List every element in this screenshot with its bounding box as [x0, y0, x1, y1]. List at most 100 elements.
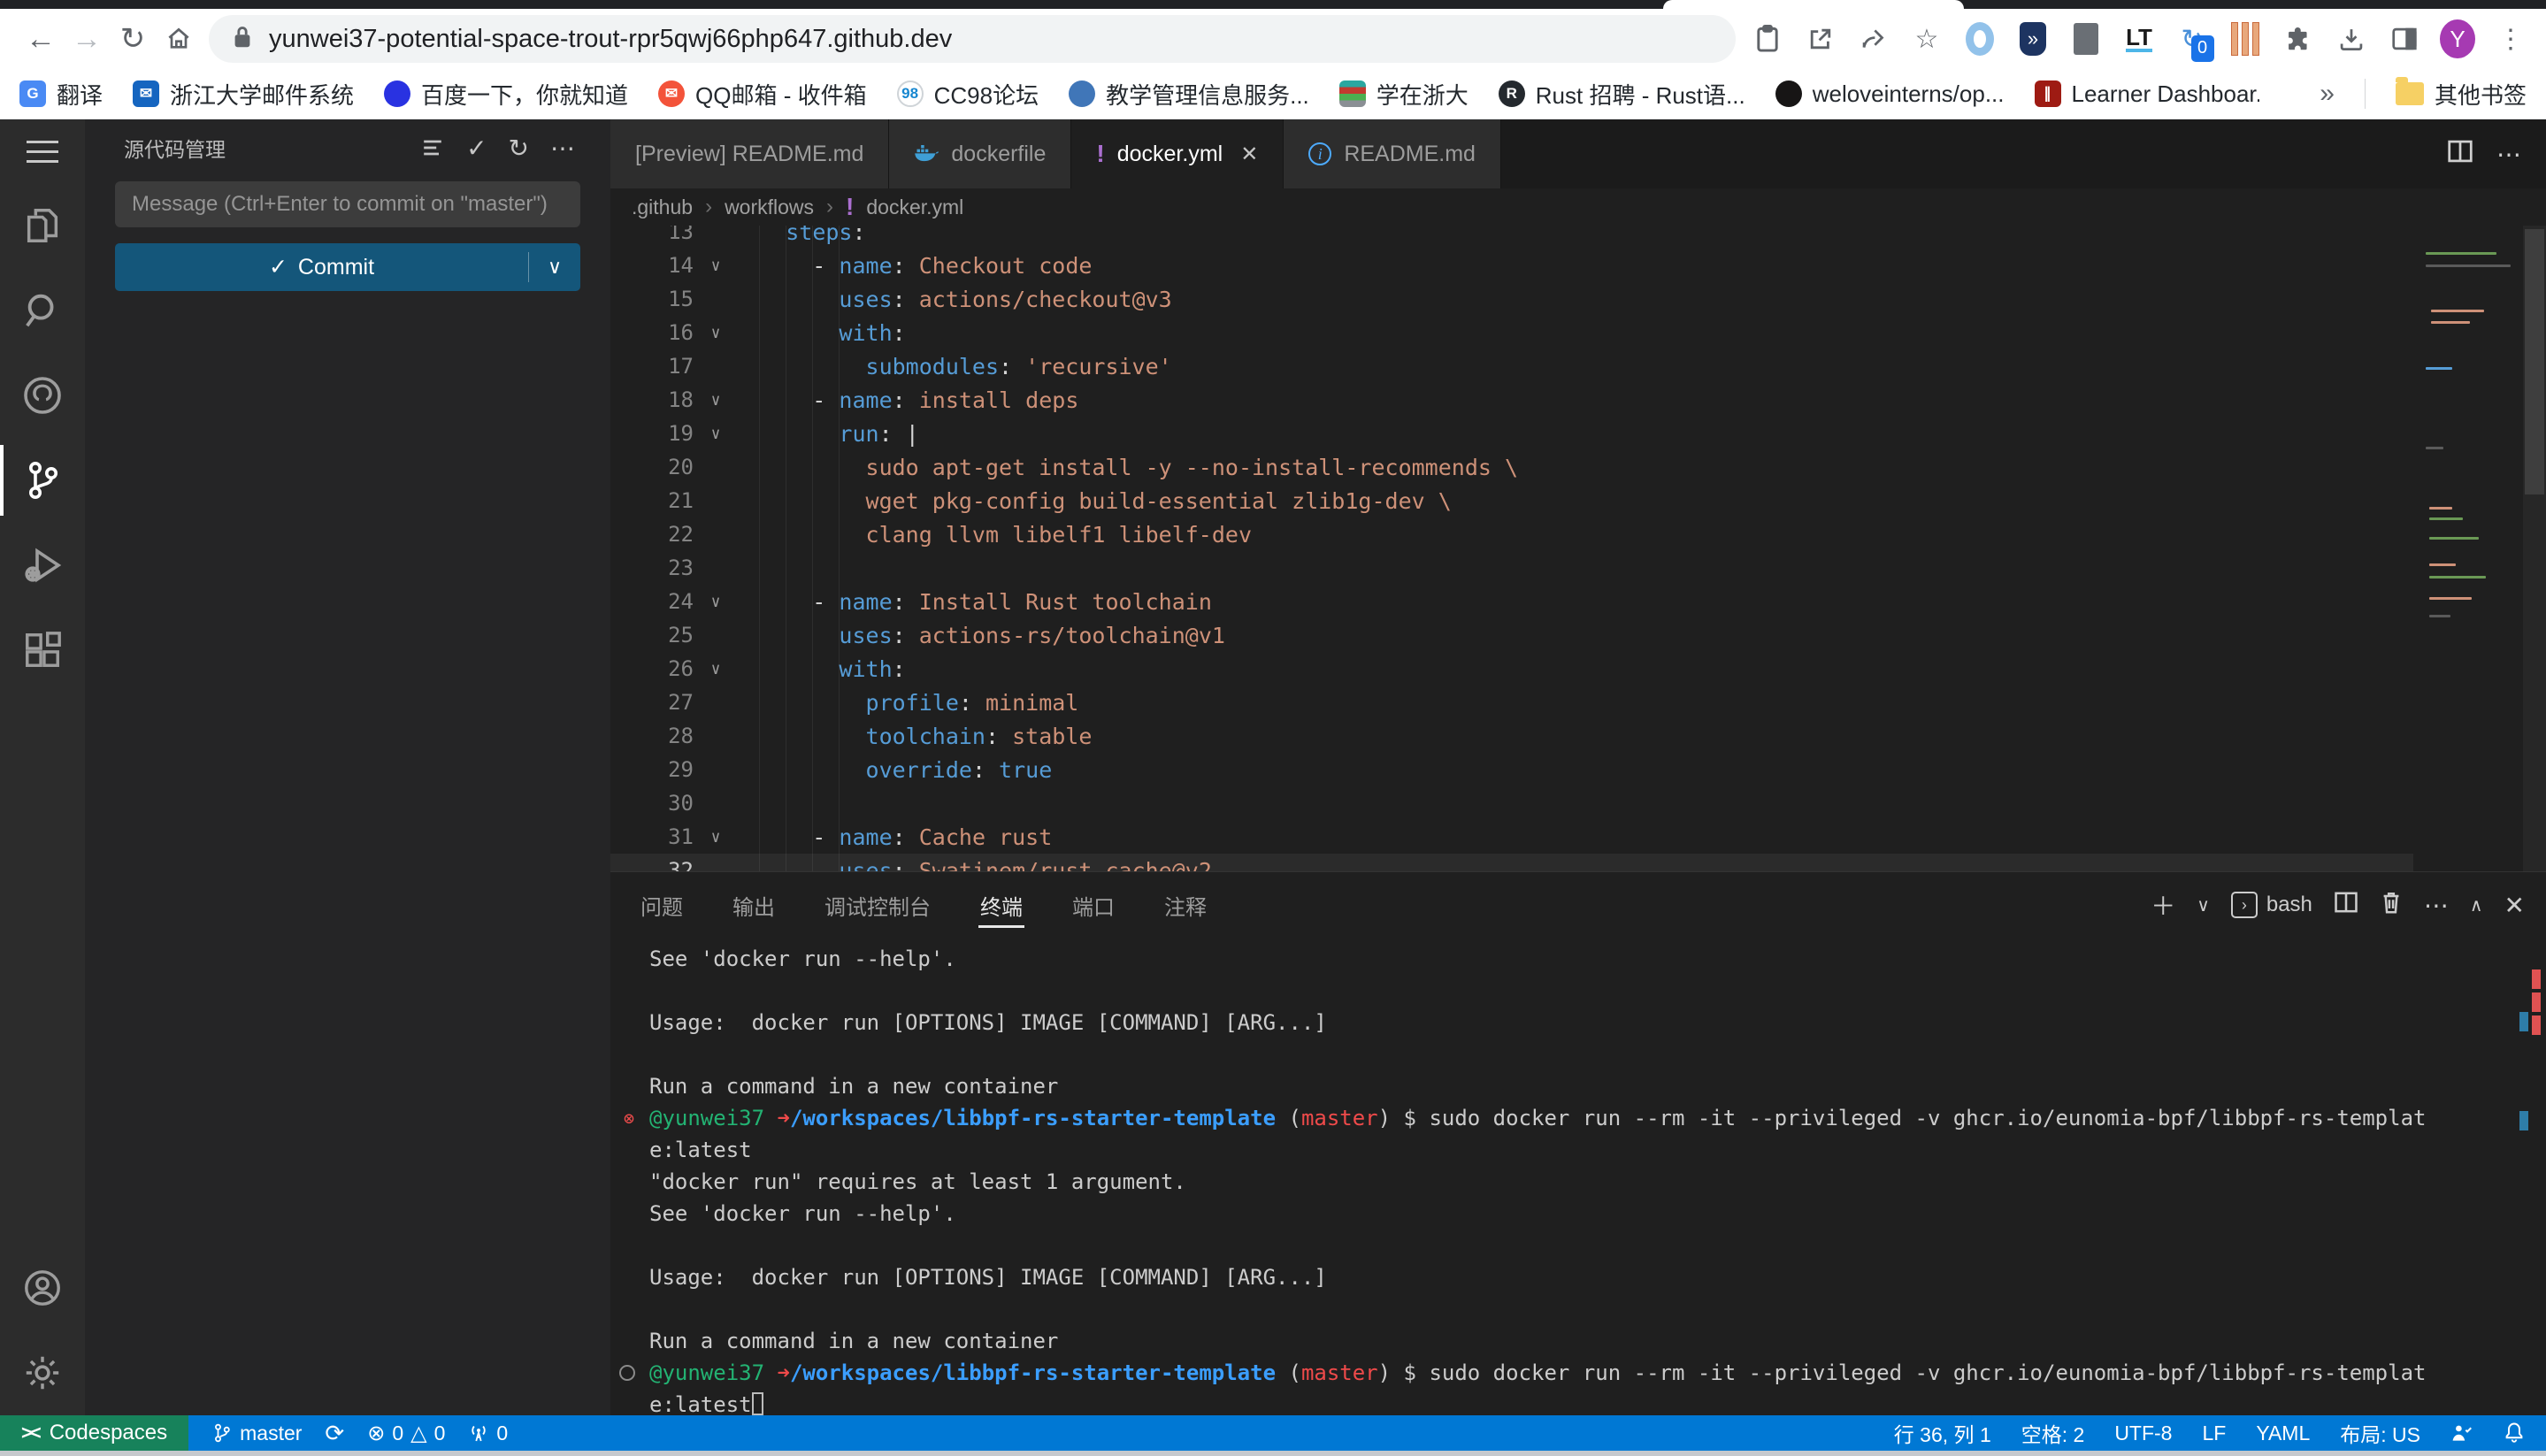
bookmark-item[interactable]: ✉浙江大学邮件系统	[133, 78, 354, 111]
editor-scrollbar-thumb[interactable]	[2525, 229, 2544, 494]
editor-scrollbar[interactable]	[2523, 226, 2546, 871]
panel-tab-端口[interactable]: 端口	[1070, 877, 1116, 933]
bookmark-item[interactable]: RRust 招聘 - Rust语...	[1499, 78, 1745, 111]
editor-more-actions-icon[interactable]: ⋯	[2496, 140, 2521, 169]
search-icon[interactable]	[0, 268, 85, 353]
feedback-icon[interactable]	[2450, 1422, 2473, 1444]
bookmark-item[interactable]: 98CC98论坛	[897, 78, 1039, 111]
split-editor-icon[interactable]	[2447, 138, 2473, 171]
home-icon[interactable]	[156, 16, 202, 62]
lock-icon[interactable]	[232, 25, 253, 54]
breadcrumb-folder[interactable]: workflows	[725, 195, 814, 219]
panel-tab-问题[interactable]: 问题	[639, 877, 685, 933]
extension-shield-icon[interactable]: »	[2015, 21, 2051, 57]
back-icon[interactable]: ←	[18, 16, 64, 62]
branch-indicator[interactable]: master	[211, 1422, 302, 1445]
cursor-position[interactable]: 行 36, 列 1	[1894, 1418, 1991, 1448]
fold-chevron-icon[interactable]: ∨	[699, 324, 732, 342]
download-icon[interactable]	[2334, 21, 2369, 57]
code-line-30[interactable]: 30	[610, 786, 2413, 820]
code-line-21[interactable]: 21 wget pkg-config build-essential zlib1…	[610, 484, 2413, 517]
extension-oval-icon[interactable]	[1962, 21, 1998, 57]
commit-message-input[interactable]	[115, 181, 580, 227]
code-line-31[interactable]: 31∨ - name: Cache rust	[610, 820, 2413, 854]
url-text[interactable]: yunwei37-potential-space-trout-rpr5qwj66…	[269, 25, 952, 54]
code-line-25[interactable]: 25 uses: actions-rs/toolchain@v1	[610, 618, 2413, 652]
code-line-17[interactable]: 17 submodules: 'recursive'	[610, 349, 2413, 383]
split-terminal-icon[interactable]	[2334, 890, 2358, 921]
bookmark-item[interactable]: 教学管理信息服务...	[1069, 78, 1309, 111]
ammo-bars-extension-icon[interactable]	[2228, 21, 2263, 57]
address-bar[interactable]: yunwei37-potential-space-trout-rpr5qwj66…	[209, 15, 1736, 63]
panel-more-actions-icon[interactable]: ⋯	[2424, 891, 2449, 920]
language-mode[interactable]: YAML	[2256, 1422, 2310, 1445]
panel-tab-调试控制台[interactable]: 调试控制台	[823, 877, 932, 933]
github-icon[interactable]	[0, 353, 85, 438]
commit-dropdown-chevron[interactable]: ∨	[529, 256, 580, 279]
code-line-16[interactable]: 16∨ with:	[610, 316, 2413, 349]
bookmark-item[interactable]: ✉QQ邮箱 - 收件箱	[658, 78, 867, 111]
code-line-13[interactable]: 13 steps:	[610, 226, 2413, 249]
bookmark-star-icon[interactable]: ☆	[1909, 21, 1944, 57]
refresh-repo-icon[interactable]: ↻	[509, 134, 529, 163]
explorer-icon[interactable]	[0, 183, 85, 268]
breadcrumb-file[interactable]: docker.yml	[866, 195, 963, 219]
remote-indicator-codespaces[interactable]: >< Codespaces	[0, 1415, 188, 1451]
terminal[interactable]: See 'docker run --help'.Usage: docker ru…	[610, 938, 2546, 1415]
view-as-list-icon[interactable]	[420, 135, 445, 160]
refresh-icon[interactable]: ↻	[110, 16, 156, 62]
browser-active-tab-edge[interactable]	[1663, 0, 1964, 9]
settings-gear-icon[interactable]	[0, 1330, 85, 1415]
breadcrumb[interactable]: .github › workflows › ! docker.yml	[610, 188, 2546, 226]
problems-indicator[interactable]: ⊗0 △0	[367, 1421, 445, 1446]
terminal-shell-selector[interactable]: › bash	[2231, 892, 2312, 918]
bookmark-item[interactable]: weloveinterns/op...	[1775, 80, 2005, 108]
profile-avatar[interactable]: Y	[2440, 21, 2475, 57]
bookmark-item[interactable]: 学在浙大	[1339, 78, 1469, 111]
encoding-setting[interactable]: UTF-8	[2114, 1422, 2172, 1445]
eol-setting[interactable]: LF	[2202, 1422, 2226, 1445]
code-line-24[interactable]: 24∨ - name: Install Rust toolchain	[610, 585, 2413, 618]
account-icon[interactable]	[0, 1245, 85, 1330]
code-line-32[interactable]: 32 uses: Swatinem/rust-cache@v2	[610, 854, 2413, 871]
clipboard-icon[interactable]	[1750, 21, 1785, 57]
bookmarks-overflow-chevron[interactable]: »	[2320, 79, 2335, 109]
editor-tab-docker.yml[interactable]: !docker.yml✕	[1071, 119, 1284, 188]
more-actions-icon[interactable]: ⋯	[550, 134, 575, 163]
code-line-22[interactable]: 22 clang llvm libelf1 libelf-dev	[610, 517, 2413, 551]
browser-menu-icon[interactable]: ⋮	[2493, 21, 2528, 57]
fold-chevron-icon[interactable]: ∨	[699, 828, 732, 847]
bookmark-item[interactable]: ∥Learner Dashboar...	[2035, 80, 2260, 108]
code-line-19[interactable]: 19∨ run: |	[610, 417, 2413, 450]
ports-indicator[interactable]: 0	[468, 1422, 508, 1445]
panel-tab-终端[interactable]: 终端	[978, 877, 1024, 933]
open-in-new-icon[interactable]	[1803, 21, 1838, 57]
code-line-15[interactable]: 15 uses: actions/checkout@v3	[610, 282, 2413, 316]
kill-terminal-icon[interactable]	[2380, 890, 2403, 921]
code-line-23[interactable]: 23	[610, 551, 2413, 585]
share-icon[interactable]	[1856, 21, 1891, 57]
new-terminal-icon[interactable]: ＋	[2151, 887, 2175, 923]
notifications-bell-icon[interactable]	[2504, 1422, 2525, 1445]
forward-icon[interactable]: →	[64, 16, 110, 62]
side-panel-icon[interactable]	[2387, 21, 2422, 57]
code-editor[interactable]: 13 steps:14∨ - name: Checkout code15 use…	[610, 226, 2546, 871]
extensions-icon[interactable]	[0, 608, 85, 693]
sync-extension-icon[interactable]: ↻0	[2174, 21, 2210, 57]
maximize-panel-icon[interactable]: ∧	[2470, 894, 2483, 916]
code-line-27[interactable]: 27 profile: minimal	[610, 686, 2413, 719]
extension-copy-icon[interactable]	[2068, 21, 2104, 57]
code-line-18[interactable]: 18∨ - name: install deps	[610, 383, 2413, 417]
sync-changes-icon[interactable]: ⟳	[325, 1420, 344, 1447]
menu-hamburger-icon[interactable]	[0, 119, 85, 183]
bookmark-item[interactable]: 百度一下，你就知道	[384, 78, 628, 111]
close-tab-icon[interactable]: ✕	[1240, 142, 1258, 167]
other-bookmarks[interactable]: 其他书签	[2396, 78, 2527, 111]
indentation-setting[interactable]: 空格: 2	[2021, 1418, 2085, 1448]
languagetool-icon[interactable]: LT	[2121, 21, 2157, 57]
minimap[interactable]	[2422, 226, 2521, 871]
fold-chevron-icon[interactable]: ∨	[699, 257, 732, 275]
panel-tab-注释[interactable]: 注释	[1162, 877, 1208, 933]
run-debug-icon[interactable]	[0, 523, 85, 608]
keyboard-layout[interactable]: 布局: US	[2340, 1418, 2420, 1448]
